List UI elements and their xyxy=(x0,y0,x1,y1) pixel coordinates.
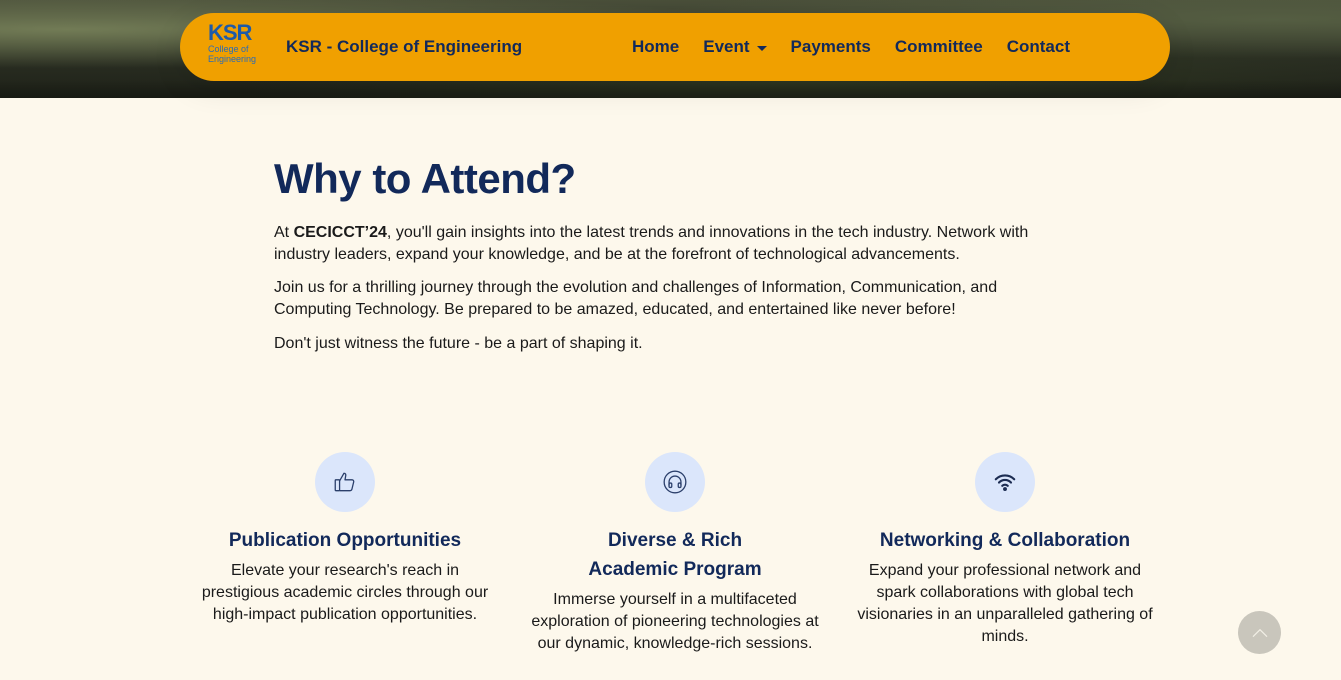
feature-title-wrap: Diverse & Rich Academic Program xyxy=(565,526,785,584)
wifi-icon xyxy=(975,452,1035,512)
scroll-to-top-button[interactable] xyxy=(1238,611,1281,654)
journey-paragraph: Join us for a thrilling journey through … xyxy=(274,279,998,318)
feature-card-academic-program: Diverse & Rich Academic Program Immerse … xyxy=(510,452,840,655)
headphones-icon xyxy=(645,452,705,512)
feature-card-networking: Networking & Collaboration Expand your p… xyxy=(840,452,1170,648)
feature-card-publication: Publication Opportunities Elevate your r… xyxy=(180,452,510,626)
feature-description: Expand your professional network and spa… xyxy=(857,562,1153,645)
nav-event-dropdown[interactable]: Event xyxy=(703,37,767,57)
feature-title: Networking & Collaboration xyxy=(879,530,1131,551)
future-paragraph: Don't just witness the future - be a par… xyxy=(274,335,643,352)
navbar: KSR College of Engineering KSR - College… xyxy=(180,13,1170,81)
nav-payments[interactable]: Payments xyxy=(791,37,871,57)
nav-committee[interactable]: Committee xyxy=(895,37,983,57)
intro-paragraph: At CECICCT’24, you'll gain insights into… xyxy=(274,224,1029,263)
feature-description: Immerse yourself in a multifaceted explo… xyxy=(531,591,819,652)
feature-description: Elevate your research's reach in prestig… xyxy=(201,562,489,623)
section-title: Why to Attend? xyxy=(274,155,576,202)
brand-name[interactable]: KSR - College of Engineering xyxy=(286,37,522,57)
college-logo[interactable]: KSR College of Engineering xyxy=(208,22,268,72)
event-name: CECICCT’24 xyxy=(293,224,387,241)
nav-links: Home Event Payments Committee Contact xyxy=(632,37,1094,57)
feature-title: Diverse & Rich Academic Program xyxy=(588,530,762,580)
nav-home[interactable]: Home xyxy=(632,37,679,57)
nav-contact[interactable]: Contact xyxy=(1007,37,1070,57)
thumbs-up-icon xyxy=(315,452,375,512)
chevron-up-icon xyxy=(1252,628,1267,637)
chevron-down-icon xyxy=(756,45,767,51)
feature-title: Publication Opportunities xyxy=(228,530,462,551)
